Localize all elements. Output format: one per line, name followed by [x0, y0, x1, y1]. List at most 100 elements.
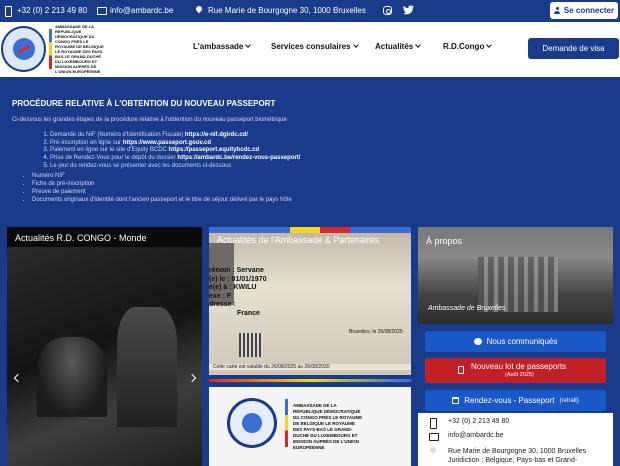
- chat-icon: [473, 338, 482, 345]
- topbar-phone[interactable]: +32 (0) 2 213 49 80: [4, 6, 88, 17]
- about-title: À propos: [426, 236, 463, 246]
- embassy-card-title: Actualités de l'Ambassade & Partenaires: [217, 235, 380, 245]
- login-label: Se connecter: [563, 6, 615, 15]
- document-item: Numéro NIF: [32, 172, 292, 180]
- procedure-step: Demande du NIF (Numéro d'Identification …: [50, 132, 300, 140]
- mail-icon: [97, 6, 107, 15]
- location-pin-icon: [429, 447, 438, 456]
- congo-seal-icon: [1, 26, 47, 72]
- passport-procedure-section: Procédure relative à l'obtention du nouv…: [0, 86, 620, 210]
- nav-actualites[interactable]: Actualités: [375, 42, 422, 51]
- embassy-logo[interactable]: AMBASSADE DE LA RÉPUBLIQUE DÉMOCRATIQUE …: [0, 24, 104, 74]
- embassy-logo-text: AMBASSADE DE LA RÉPUBLIQUE DÉMOCRATIQUE …: [293, 403, 363, 450]
- communiques-button[interactable]: Nous communiqués: [425, 331, 606, 352]
- communiques-label: Nous communiqués: [486, 337, 558, 346]
- flag-bar: [285, 399, 288, 447]
- chevron-down-icon: [415, 42, 422, 48]
- nav-rd-congo[interactable]: R.D.Congo: [443, 42, 493, 51]
- contact-address-text: Rue Marie de Bourgogne 30, 1000 Bruxelle…: [448, 447, 613, 465]
- document-item: Fiche de pré-inscription: [32, 180, 292, 188]
- qr-code-icon: [239, 333, 263, 357]
- procedure-step: Pré-inscription en ligne sur https://www…: [50, 140, 300, 148]
- contact-email-text: info@ambardc.be: [448, 432, 504, 439]
- id-validity: Cette carte est valable du 26/08/2025 au…: [209, 364, 411, 370]
- chevron-down-icon: [486, 42, 493, 48]
- flag-stripe: [209, 227, 411, 233]
- nav-services-consulaires[interactable]: Services consulaires: [271, 42, 359, 51]
- step-link[interactable]: https://ambardc.be/rendez-vous-passeport…: [177, 155, 300, 161]
- procedure-steps: Demande du NIF (Numéro d'Identification …: [50, 132, 300, 171]
- required-documents: Numéro NIF Fiche de pré-inscription Preu…: [32, 172, 292, 204]
- phone-icon: [4, 6, 13, 17]
- topbar-phone-text: +32 (0) 2 213 49 80: [17, 6, 88, 15]
- step-link[interactable]: https://passeport.equitybcdc.cd: [169, 147, 260, 153]
- id-field: dresse :: [209, 301, 236, 308]
- contact-phone[interactable]: +32 (0) 2 213 49 80: [429, 418, 510, 429]
- id-fields: rénom : Servane (e) le : 01/01/1970 é(e)…: [209, 267, 267, 318]
- procedure-step: Le jour du rendez-vous se présenter avec…: [50, 163, 300, 171]
- document-item: Documents originaux d'identité dont l'an…: [32, 196, 292, 204]
- contact-email[interactable]: info@ambardc.be: [429, 432, 503, 441]
- news-card[interactable]: Actualités R.D. CONGO - Monde: [7, 227, 202, 466]
- passport-batch-button[interactable]: Nouveau lot de passeports (Août 2025): [425, 358, 606, 383]
- calendar-icon: [452, 397, 460, 404]
- id-field: rénom : Servane: [209, 267, 264, 274]
- contact-phone-text: +32 (0) 2 213 49 80: [448, 418, 510, 425]
- logo-text: AMBASSADE DE LA RÉPUBLIQUE DÉMOCRATIQUE …: [55, 24, 104, 74]
- user-icon: [554, 7, 561, 14]
- login-button[interactable]: Se connecter: [550, 2, 618, 19]
- contact-jurisdiction: Juridiction : Belgique, Pays-bas et Gran…: [448, 457, 578, 464]
- about-card[interactable]: À propos Ambassade de Bruxelles: [418, 227, 613, 324]
- contact-address-line: Rue Marie de Bourgogne 30, 1000 Bruxelle…: [448, 448, 587, 455]
- consular-card-image: rénom : Servane (e) le : 01/01/1970 é(e)…: [209, 227, 411, 375]
- step-text: Pré-inscription en ligne sur: [50, 139, 123, 146]
- twitter-icon[interactable]: [403, 5, 414, 15]
- appointment-sub: (retrait): [559, 397, 579, 404]
- contact-block: +32 (0) 2 213 49 80 info@ambardc.be Rue …: [418, 413, 613, 466]
- nav-label: L'ambassade: [193, 42, 244, 51]
- chevron-down-icon: [245, 42, 252, 48]
- step-text: Paiement en ligne sur le site d'Equity B…: [50, 147, 169, 154]
- location-pin-icon: [195, 6, 204, 15]
- procedure-intro: Ci-dessous les grandes étapes de la proc…: [12, 117, 287, 123]
- step-text: Prise de Rendez-Vous pour le dépôt du do…: [50, 155, 178, 162]
- document-icon: [458, 366, 464, 374]
- step-link[interactable]: https://www.passeport.gouv.cd: [123, 140, 211, 146]
- nav-label: Services consulaires: [271, 42, 351, 51]
- appointment-button[interactable]: Rendez-vous - Passeport (retrait): [425, 390, 606, 411]
- step-text: Le jour du rendez-vous se présenter avec…: [50, 162, 232, 169]
- chevron-down-icon: [352, 42, 359, 48]
- top-bar: +32 (0) 2 213 49 80 info@ambardc.be Rue …: [0, 0, 620, 22]
- procedure-step: Paiement en ligne sur le site d'Equity B…: [50, 147, 300, 155]
- news-image: [7, 247, 202, 466]
- flag-divider: [209, 375, 411, 387]
- mail-icon: [429, 432, 439, 441]
- procedure-step: Prise de Rendez-Vous pour le dépôt du do…: [50, 155, 300, 163]
- embassy-news-card[interactable]: rénom : Servane (e) le : 01/01/1970 é(e)…: [209, 227, 411, 466]
- document-item: Preuve de paiement: [32, 188, 292, 196]
- about-caption: Ambassade de Bruxelles: [428, 305, 506, 312]
- topbar-address-text: Rue Marie de Bourgogne 30, 1000 Bruxelle…: [208, 6, 366, 15]
- visa-request-button[interactable]: Demande de visa: [528, 38, 619, 59]
- passport-batch-label: Nouveau lot de passeports: [471, 362, 567, 371]
- appointment-label: Rendez-vous - Passeport: [464, 396, 555, 405]
- instagram-icon[interactable]: [383, 6, 392, 15]
- embassy-logo-panel: AMBASSADE DE LA RÉPUBLIQUE DÉMOCRATIQUE …: [209, 387, 411, 466]
- topbar-email[interactable]: info@ambardc.be: [97, 6, 173, 15]
- id-field: exe : F: [209, 292, 232, 300]
- news-card-title: Actualités R.D. CONGO - Monde: [15, 233, 147, 243]
- id-field: (e) le : 01/01/1970: [209, 275, 267, 283]
- procedure-title: Procédure relative à l'obtention du nouv…: [12, 99, 276, 108]
- id-country: France: [237, 309, 260, 317]
- nav-ambassade[interactable]: L'ambassade: [193, 42, 252, 51]
- contact-address: Rue Marie de Bourgogne 30, 1000 Bruxelle…: [429, 447, 613, 465]
- topbar-email-text: info@ambardc.be: [110, 6, 174, 15]
- nav-label: R.D.Congo: [443, 42, 485, 51]
- flag-bar: [49, 29, 53, 69]
- phone-icon: [429, 418, 438, 429]
- id-field: é(e) à : KWILU: [209, 284, 257, 291]
- step-link[interactable]: https://e-nif.dgirdc.cd/: [185, 132, 248, 138]
- id-date: Bruxelles, le 26/08/2025: [349, 329, 403, 335]
- passport-batch-date: (Août 2025): [505, 372, 534, 378]
- nav-label: Actualités: [375, 42, 414, 51]
